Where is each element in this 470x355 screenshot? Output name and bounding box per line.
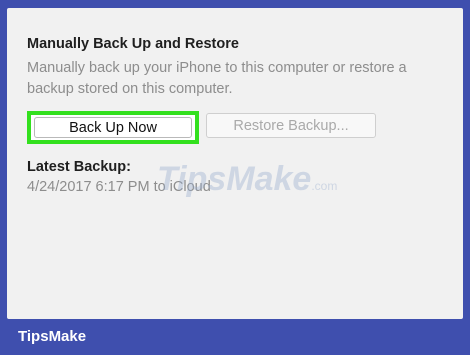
watermark-text: TipsMake <box>157 160 312 198</box>
manual-backup-title: Manually Back Up and Restore <box>27 36 239 52</box>
footer-brand: TipsMake <box>18 328 87 345</box>
manual-backup-description: Manually back up your iPhone to this com… <box>27 60 407 97</box>
watermark-suffix: .com <box>311 179 338 193</box>
latest-backup-title: Latest Backup: <box>27 159 131 175</box>
backup-panel: Manually Back Up and Restore Manually ba… <box>7 8 463 319</box>
restore-backup-button[interactable]: Restore Backup... <box>206 113 376 138</box>
back-up-now-highlight: Back Up Now <box>27 111 199 144</box>
back-up-now-button[interactable]: Back Up Now <box>34 117 192 138</box>
watermark: TipsMake.com <box>157 160 337 199</box>
